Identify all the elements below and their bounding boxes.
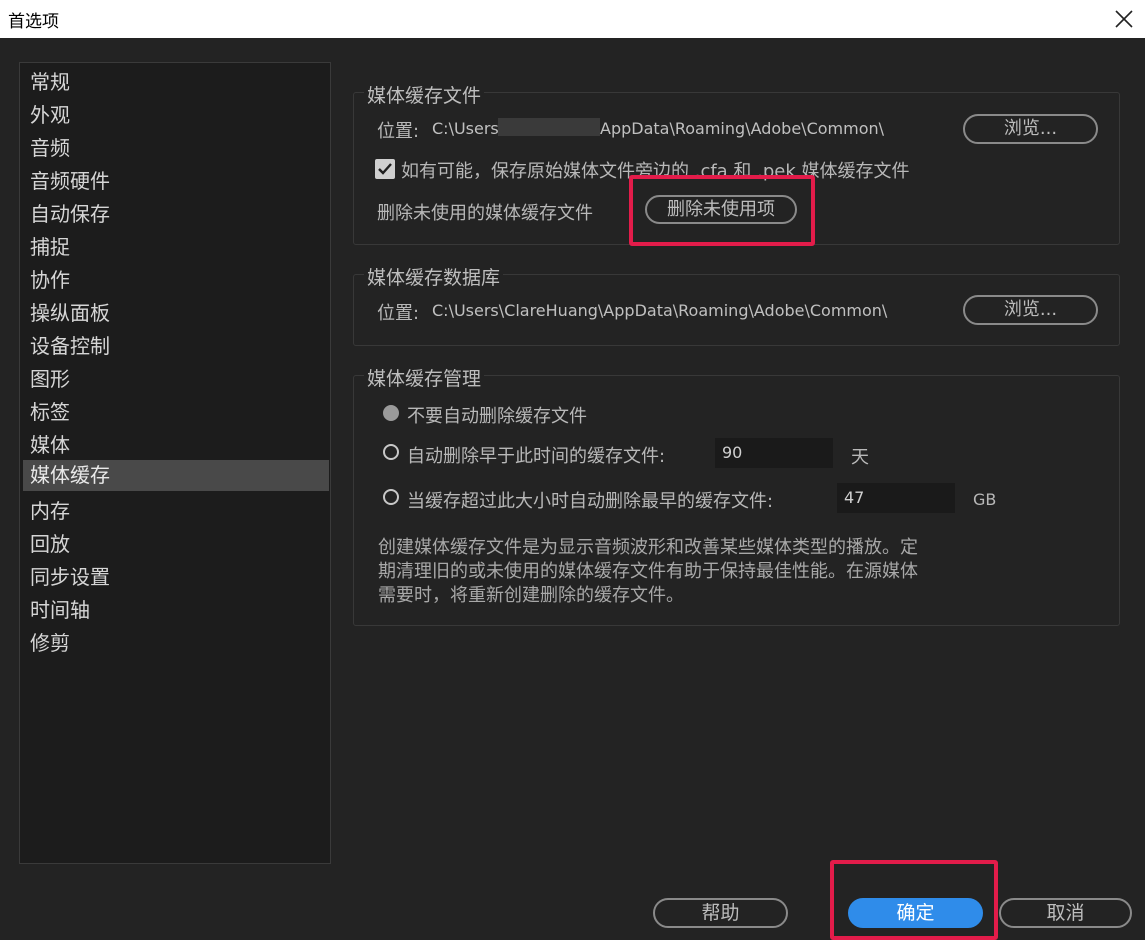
media-cache-management-legend: 媒体缓存管理 (364, 364, 485, 391)
size-unit-label: GB (973, 490, 997, 509)
save-beside-originals-checkbox[interactable] (375, 159, 395, 179)
delete-when-exceeds-label: 当缓存超过此大小时自动删除最早的缓存文件: (407, 491, 774, 512)
sidebar-item-autosave[interactable]: 自动保存 (23, 199, 329, 230)
close-icon[interactable] (1109, 4, 1139, 34)
check-icon (378, 163, 392, 175)
media-cache-files-legend: 媒体缓存文件 (364, 81, 485, 108)
cache-files-path-prefix: C:\Users\ (432, 119, 505, 138)
window-title: 首选项 (8, 12, 59, 32)
sidebar-item-capture[interactable]: 捕捉 (23, 232, 329, 263)
cache-files-location-label: 位置: (377, 121, 420, 142)
delete-unused-highlight-box (629, 175, 815, 246)
cache-files-browse-button[interactable]: 浏览... (963, 114, 1098, 144)
sidebar-item-appearance[interactable]: 外观 (23, 100, 329, 131)
sidebar-item-media[interactable]: 媒体 (23, 430, 329, 461)
delete-unused-label: 删除未使用的媒体缓存文件 (377, 203, 593, 224)
media-cache-db-legend: 媒体缓存数据库 (364, 263, 504, 290)
days-input[interactable]: 90 (715, 438, 833, 468)
preferences-sidebar: 常规 外观 音频 音频硬件 自动保存 捕捉 协作 操纵面板 设备控制 图形 标签… (19, 62, 331, 864)
description-line: 创建媒体缓存文件是为显示音频波形和改善某些媒体类型的播放。定 (378, 537, 918, 558)
radio-delete-when-exceeds[interactable] (383, 489, 399, 505)
sidebar-item-control-surface[interactable]: 操纵面板 (23, 298, 329, 329)
ok-highlight-box (830, 860, 998, 940)
description-line: 期清理旧的或未使用的媒体缓存文件有助于保持最佳性能。在源媒体 (378, 561, 918, 582)
sidebar-item-general[interactable]: 常规 (23, 67, 329, 98)
cache-files-path-suffix: AppData\Roaming\Adobe\Common\ (600, 119, 885, 138)
cache-db-path: C:\Users\ClareHuang\AppData\Roaming\Adob… (432, 301, 888, 320)
sidebar-item-trim[interactable]: 修剪 (23, 628, 329, 659)
size-input[interactable]: 47 (837, 483, 955, 513)
cancel-button[interactable]: 取消 (999, 898, 1132, 928)
sidebar-item-memory[interactable]: 内存 (23, 496, 329, 527)
sidebar-item-timeline[interactable]: 时间轴 (23, 595, 329, 626)
radio-delete-older-than[interactable] (383, 444, 399, 460)
delete-older-than-label: 自动删除早于此时间的缓存文件: (407, 446, 666, 467)
help-button[interactable]: 帮助 (653, 898, 788, 928)
sidebar-item-labels[interactable]: 标签 (23, 397, 329, 428)
cache-db-browse-button[interactable]: 浏览... (963, 295, 1098, 325)
sidebar-item-audio[interactable]: 音频 (23, 133, 329, 164)
redacted-username (498, 118, 600, 136)
sidebar-item-graphics[interactable]: 图形 (23, 364, 329, 395)
radio-no-auto-delete[interactable] (383, 405, 399, 421)
sidebar-item-sync-settings[interactable]: 同步设置 (23, 562, 329, 593)
cache-description: 创建媒体缓存文件是为显示音频波形和改善某些媒体类型的播放。定 期清理旧的或未使用… (378, 536, 988, 608)
sidebar-item-media-cache[interactable]: 媒体缓存 (23, 460, 329, 491)
sidebar-item-device-control[interactable]: 设备控制 (23, 331, 329, 362)
sidebar-item-playback[interactable]: 回放 (23, 529, 329, 560)
cache-db-location-label: 位置: (377, 303, 420, 324)
sidebar-item-collaboration[interactable]: 协作 (23, 265, 329, 296)
no-auto-delete-label: 不要自动删除缓存文件 (407, 406, 587, 427)
days-unit-label: 天 (851, 447, 869, 468)
sidebar-item-audio-hardware[interactable]: 音频硬件 (23, 166, 329, 197)
title-bar: 首选项 (0, 0, 1145, 38)
description-line: 需要时，将重新创建删除的缓存文件。 (378, 585, 684, 606)
